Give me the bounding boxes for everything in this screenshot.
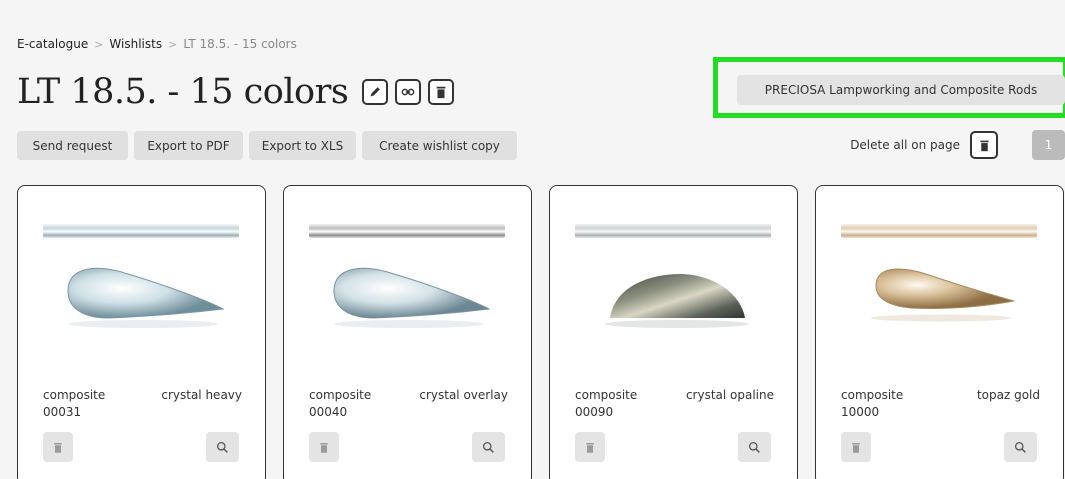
category-button[interactable]: PRECIOSA Lampworking and Composite Rods xyxy=(737,75,1065,105)
product-image xyxy=(871,268,1015,322)
remove-item-button[interactable] xyxy=(841,432,871,462)
breadcrumb-ecatalogue[interactable]: E-catalogue xyxy=(17,37,88,51)
remove-item-button[interactable] xyxy=(309,432,339,462)
title-row: LT 18.5. - 15 colors xyxy=(17,72,455,112)
product-info: composite crystal heavy 00031 xyxy=(43,388,242,419)
export-pdf-button[interactable]: Export to PDF xyxy=(134,131,243,160)
product-code: 10000 xyxy=(841,405,880,419)
product-info: composite crystal opaline 00090 xyxy=(575,388,774,419)
remove-item-button[interactable] xyxy=(43,432,73,462)
toolbar: Send request Export to PDF Export to XLS… xyxy=(17,131,517,160)
magnifier-icon xyxy=(1014,441,1026,453)
product-image xyxy=(67,267,225,328)
share-link-button[interactable] xyxy=(395,79,422,105)
product-type: composite xyxy=(309,388,372,402)
product-image xyxy=(333,267,491,328)
product-code: 00040 xyxy=(309,405,348,419)
product-color-name: topaz gold xyxy=(976,388,1040,402)
product-type: composite xyxy=(575,388,638,402)
page-title: LT 18.5. - 15 colors xyxy=(17,72,349,112)
pencil-icon xyxy=(370,87,381,97)
delete-all-label: Delete all on page xyxy=(850,138,960,152)
create-copy-button[interactable]: Create wishlist copy xyxy=(362,131,517,160)
edit-wishlist-button[interactable] xyxy=(362,79,389,105)
product-info: composite topaz gold 10000 xyxy=(841,388,1040,419)
product-color-name: crystal heavy xyxy=(161,388,242,402)
breadcrumb-separator: > xyxy=(168,37,178,51)
product-color-name: crystal opaline xyxy=(685,388,774,402)
product-code: 00090 xyxy=(575,405,614,419)
delete-all-group: Delete all on page xyxy=(850,131,998,159)
trash-icon xyxy=(852,442,860,453)
product-card[interactable]: composite crystal opaline 00090 xyxy=(549,185,798,479)
breadcrumb-separator: > xyxy=(94,37,104,51)
product-type: composite xyxy=(841,388,904,402)
zoom-button[interactable] xyxy=(738,432,771,462)
glass-rod-image xyxy=(309,224,505,238)
trash-icon xyxy=(586,442,594,453)
product-card[interactable]: composite crystal heavy 00031 xyxy=(17,185,266,479)
product-info: composite crystal overlay 00040 xyxy=(309,388,508,419)
link-icon xyxy=(401,88,415,96)
trash-icon xyxy=(436,86,446,99)
delete-wishlist-button[interactable] xyxy=(428,79,455,105)
trash-icon xyxy=(320,442,328,453)
trash-icon xyxy=(54,442,62,453)
breadcrumb-current: LT 18.5. - 15 colors xyxy=(183,37,297,51)
magnifier-icon xyxy=(482,441,494,453)
remove-item-button[interactable] xyxy=(575,432,605,462)
product-code: 00031 xyxy=(43,405,82,419)
magnifier-icon xyxy=(216,441,228,453)
breadcrumb-wishlists[interactable]: Wishlists xyxy=(109,37,162,51)
glass-rod-image xyxy=(841,224,1037,238)
zoom-button[interactable] xyxy=(472,432,505,462)
export-xls-button[interactable]: Export to XLS xyxy=(249,131,356,160)
send-request-button[interactable]: Send request xyxy=(17,131,128,160)
product-type: composite xyxy=(43,388,106,402)
product-image xyxy=(605,274,749,328)
product-color-name: crystal overlay xyxy=(419,388,508,402)
zoom-button[interactable] xyxy=(1004,432,1037,462)
delete-all-button[interactable] xyxy=(970,131,998,159)
glass-rod-image xyxy=(43,224,239,238)
product-card[interactable]: composite topaz gold 10000 xyxy=(815,185,1064,479)
zoom-button[interactable] xyxy=(206,432,239,462)
glass-rod-image xyxy=(575,224,771,238)
trash-icon xyxy=(979,140,989,151)
product-card[interactable]: composite crystal overlay 00040 xyxy=(283,185,532,479)
breadcrumb: E-catalogue > Wishlists > LT 18.5. - 15 … xyxy=(17,37,297,51)
title-actions xyxy=(362,79,455,105)
page-number[interactable]: 1 xyxy=(1032,130,1065,160)
product-grid: composite crystal heavy 00031 composite … xyxy=(17,185,1064,479)
magnifier-icon xyxy=(748,441,760,453)
